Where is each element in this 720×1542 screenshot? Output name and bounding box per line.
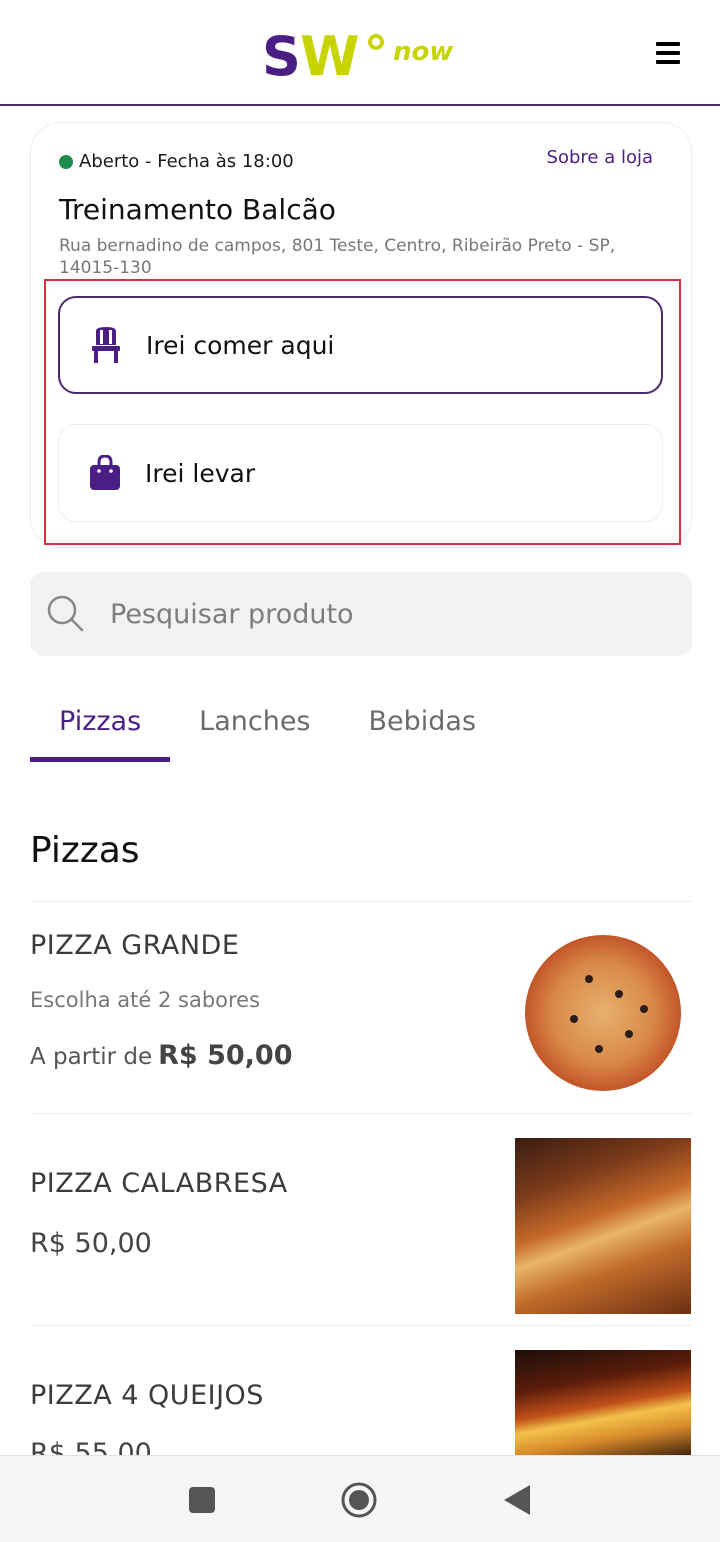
store-status-text: Aberto - Fecha às 18:00: [79, 151, 294, 172]
product-price: R$ 50,00: [30, 1228, 152, 1259]
store-address: Rua bernadino de campos, 801 Teste, Cent…: [59, 236, 616, 278]
hamburger-menu-icon[interactable]: [656, 42, 682, 64]
app-header: S W now: [0, 0, 720, 106]
svg-text:now: now: [393, 37, 454, 67]
price-prefix: A partir de: [30, 1044, 153, 1070]
product-image: [515, 1138, 691, 1314]
product-image: [525, 935, 681, 1091]
highlight-box: [44, 279, 681, 545]
product-description: Escolha até 2 sabores: [30, 988, 261, 1012]
about-store-link[interactable]: Sobre a loja: [547, 147, 653, 168]
divider: [30, 1113, 692, 1114]
product-price: A partir de R$ 50,00: [30, 1040, 293, 1071]
divider: [30, 901, 692, 902]
divider: [30, 1325, 692, 1326]
price-value: R$ 50,00: [158, 1040, 293, 1071]
open-status-dot-icon: [59, 154, 73, 169]
store-status: Aberto - Fecha às 18:00: [59, 151, 294, 172]
product-name: PIZZA 4 QUEIJOS: [30, 1380, 264, 1411]
tab-pizzas[interactable]: Pizzas: [30, 690, 171, 762]
back-icon[interactable]: [497, 1480, 537, 1520]
tab-bebidas[interactable]: Bebidas: [340, 690, 506, 762]
store-name: Treinamento Balcão: [59, 193, 336, 226]
home-icon[interactable]: [339, 1480, 379, 1520]
svg-text:S: S: [262, 28, 298, 80]
product-image: [515, 1350, 691, 1460]
price-value: R$ 50,00: [30, 1228, 152, 1259]
search-bar[interactable]: [30, 572, 692, 656]
search-input[interactable]: [110, 598, 650, 630]
product-name: PIZZA CALABRESA: [30, 1168, 288, 1199]
recent-apps-icon[interactable]: [182, 1480, 222, 1520]
system-navigation-bar: [0, 1455, 720, 1542]
search-icon: [46, 594, 86, 634]
section-title: Pizzas: [30, 830, 140, 871]
product-name: PIZZA GRANDE: [30, 930, 240, 961]
brand-logo[interactable]: S W now: [262, 25, 462, 88]
svg-text:W: W: [300, 28, 358, 80]
tab-lanches[interactable]: Lanches: [170, 690, 339, 762]
category-tabs: Pizzas Lanches Bebidas: [30, 690, 505, 762]
